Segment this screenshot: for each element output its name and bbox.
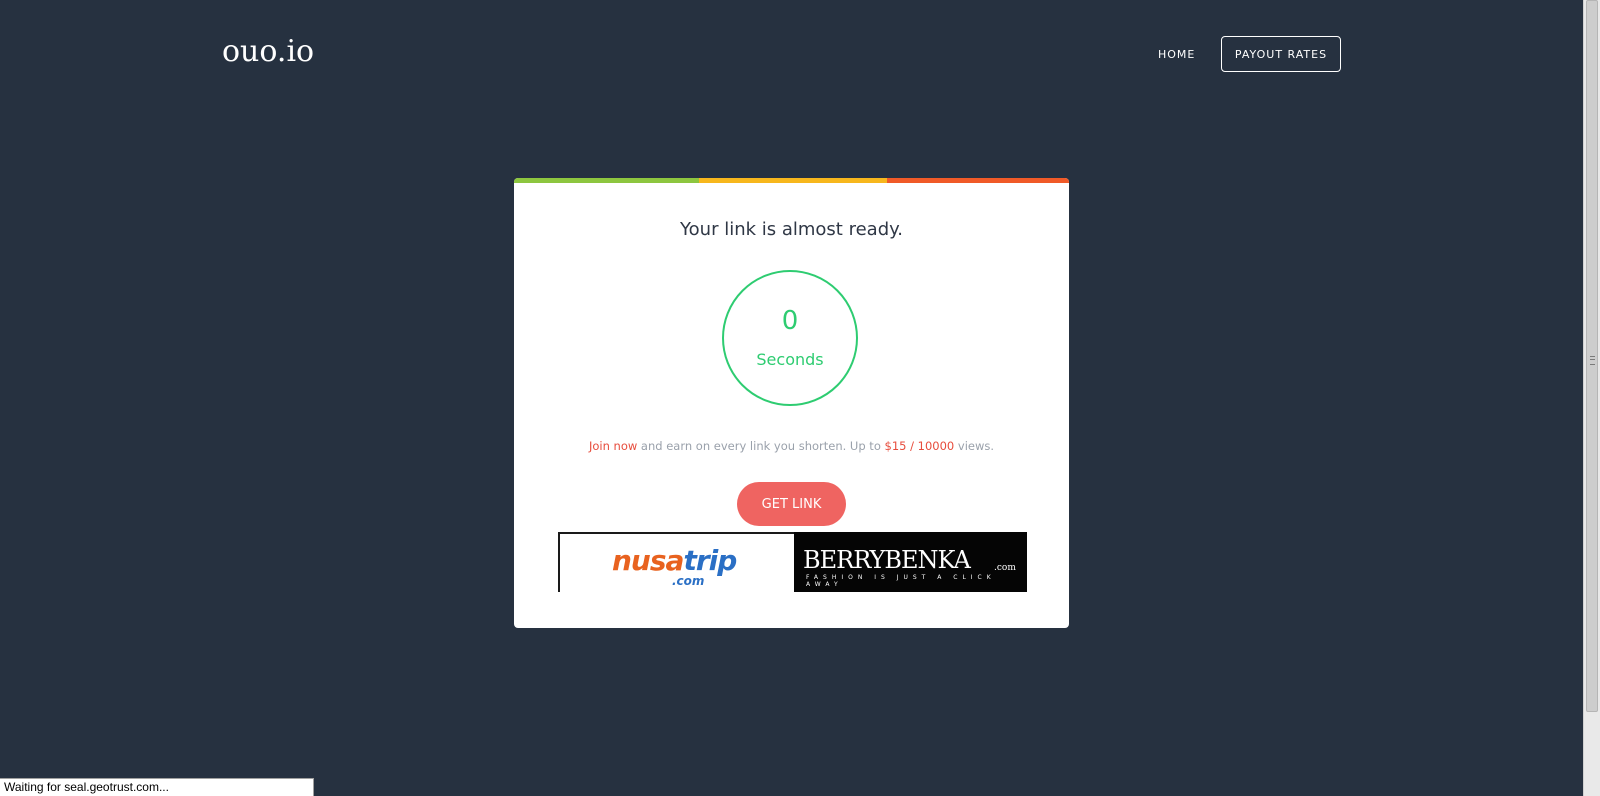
countdown-value: 0 (781, 306, 799, 336)
countdown-unit: Seconds (756, 350, 824, 369)
promo-text: Join now and earn on every link you shor… (514, 439, 1069, 453)
nav-home-link[interactable]: HOME (1158, 48, 1195, 61)
scrollbar-thumb[interactable] (1586, 0, 1598, 712)
berrybenka-logo: BERRYBENKA (803, 546, 971, 574)
promo-end-text: views. (954, 439, 995, 453)
nav-payout-rates-button[interactable]: PAYOUT RATES (1221, 36, 1341, 72)
countdown-timer: 0 Seconds (722, 270, 858, 406)
payout-rate-highlight: $15 / 10000 (884, 439, 955, 453)
ad-nusatrip[interactable]: nusatrip .com (558, 532, 794, 592)
card-color-bar-segment-orange (887, 178, 1069, 183)
berrybenka-dotcom: .com (994, 563, 1016, 573)
browser-page: ouo.io HOME PAYOUT RATES Your link is al… (0, 0, 1600, 796)
card-color-bar-segment-green (514, 178, 699, 183)
browser-status-bar: Waiting for seal.geotrust.com... (0, 778, 314, 796)
link-card: Your link is almost ready. 0 Seconds Joi… (514, 178, 1069, 628)
promo-middle-text: and earn on every link you shorten. Up t… (637, 439, 885, 453)
berrybenka-tagline: FASHION IS JUST A CLICK AWAY (806, 574, 996, 588)
card-color-bar (514, 178, 1069, 183)
ad-banner: nusatrip .com BERRYBENKA .com FASHION IS… (558, 532, 1027, 592)
join-now-link[interactable]: Join now (589, 439, 637, 453)
nusatrip-dotcom: .com (672, 574, 705, 588)
page-viewport: ouo.io HOME PAYOUT RATES Your link is al… (0, 0, 1583, 796)
card-title: Your link is almost ready. (680, 219, 903, 240)
nav-payout-rates-label: PAYOUT RATES (1234, 47, 1328, 61)
card-color-bar-segment-yellow (699, 178, 887, 183)
scrollbar-grip-icon (1590, 356, 1595, 365)
get-link-button[interactable]: GET LINK (737, 482, 846, 526)
ad-berrybenka[interactable]: BERRYBENKA .com FASHION IS JUST A CLICK … (794, 532, 1027, 592)
nusatrip-logo-part1: nusa (612, 544, 684, 577)
nusatrip-logo: nusatrip (612, 544, 737, 577)
get-link-label: GET LINK (761, 496, 822, 512)
vertical-scrollbar[interactable] (1583, 0, 1600, 796)
site-logo[interactable]: ouo.io (222, 34, 314, 69)
nusatrip-logo-part2: trip (683, 544, 737, 577)
